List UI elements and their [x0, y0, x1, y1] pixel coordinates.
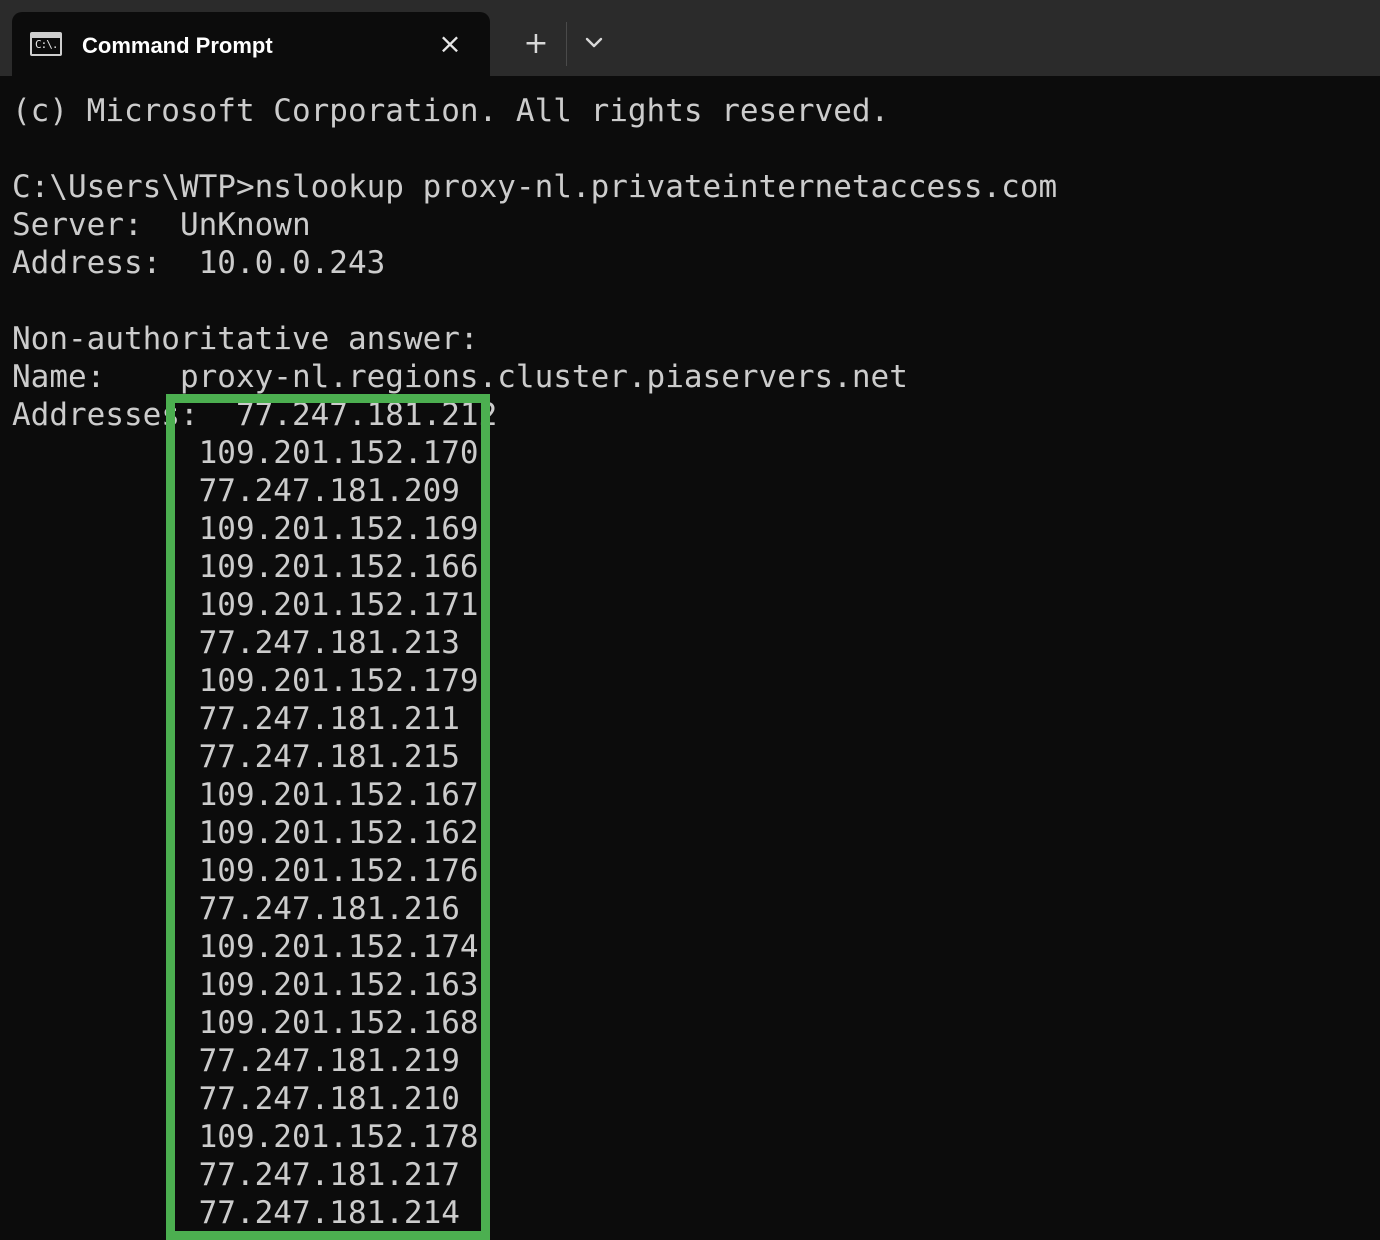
terminal-line: 77.247.181.211: [12, 701, 460, 737]
terminal-line: 109.201.152.168: [12, 1005, 479, 1041]
terminal-line: 109.201.152.179: [12, 663, 479, 699]
terminal-line: 109.201.152.169: [12, 511, 479, 547]
terminal-line: 109.201.152.166: [12, 549, 479, 585]
terminal-line: Non-authoritative answer:: [12, 321, 479, 357]
close-icon[interactable]: ×: [436, 30, 464, 58]
terminal-line: 77.247.181.217: [12, 1157, 460, 1193]
plus-icon[interactable]: +: [518, 26, 554, 62]
terminal-line: (c) Microsoft Corporation. All rights re…: [12, 93, 890, 129]
terminal-line: 109.201.152.167: [12, 777, 479, 813]
terminal-line: 77.247.181.216: [12, 891, 460, 927]
terminal-line: 109.201.152.162: [12, 815, 479, 851]
terminal-line: 109.201.152.174: [12, 929, 479, 965]
command-prompt-icon-text: C:\.: [35, 38, 58, 51]
chevron-down-icon[interactable]: [580, 28, 608, 58]
terminal-line: 109.201.152.178: [12, 1119, 479, 1155]
tab-separator: [566, 22, 567, 66]
terminal-line: Name: proxy-nl.regions.cluster.piaserver…: [12, 359, 908, 395]
terminal-line: Server: UnKnown: [12, 207, 311, 243]
terminal-line: 77.247.181.210: [12, 1081, 460, 1117]
command-prompt-icon: C:\.: [30, 32, 62, 56]
terminal-line: 77.247.181.215: [12, 739, 460, 775]
terminal-line: 77.247.181.209: [12, 473, 460, 509]
terminal-line: C:\Users\WTP>nslookup proxy-nl.privatein…: [12, 169, 1058, 205]
terminal-line: 109.201.152.163: [12, 967, 479, 1003]
terminal-line: 77.247.181.213: [12, 625, 460, 661]
terminal-line: 109.201.152.176: [12, 853, 479, 889]
terminal-line: 109.201.152.170: [12, 435, 479, 471]
terminal-line: 77.247.181.214: [12, 1195, 460, 1231]
terminal-line: 77.247.181.219: [12, 1043, 460, 1079]
terminal-line: Addresses: 77.247.181.212: [12, 397, 498, 433]
tab-bar: C:\. Command Prompt × +: [0, 0, 1380, 76]
tab-command-prompt[interactable]: C:\. Command Prompt ×: [12, 12, 490, 76]
terminal-window: C:\. Command Prompt × + (c) Microsoft Co…: [0, 0, 1380, 1240]
terminal-line: Address: 10.0.0.243: [12, 245, 386, 281]
tab-title: Command Prompt: [82, 33, 273, 58]
terminal-output[interactable]: (c) Microsoft Corporation. All rights re…: [12, 92, 1057, 1232]
terminal-line: 109.201.152.171: [12, 587, 479, 623]
